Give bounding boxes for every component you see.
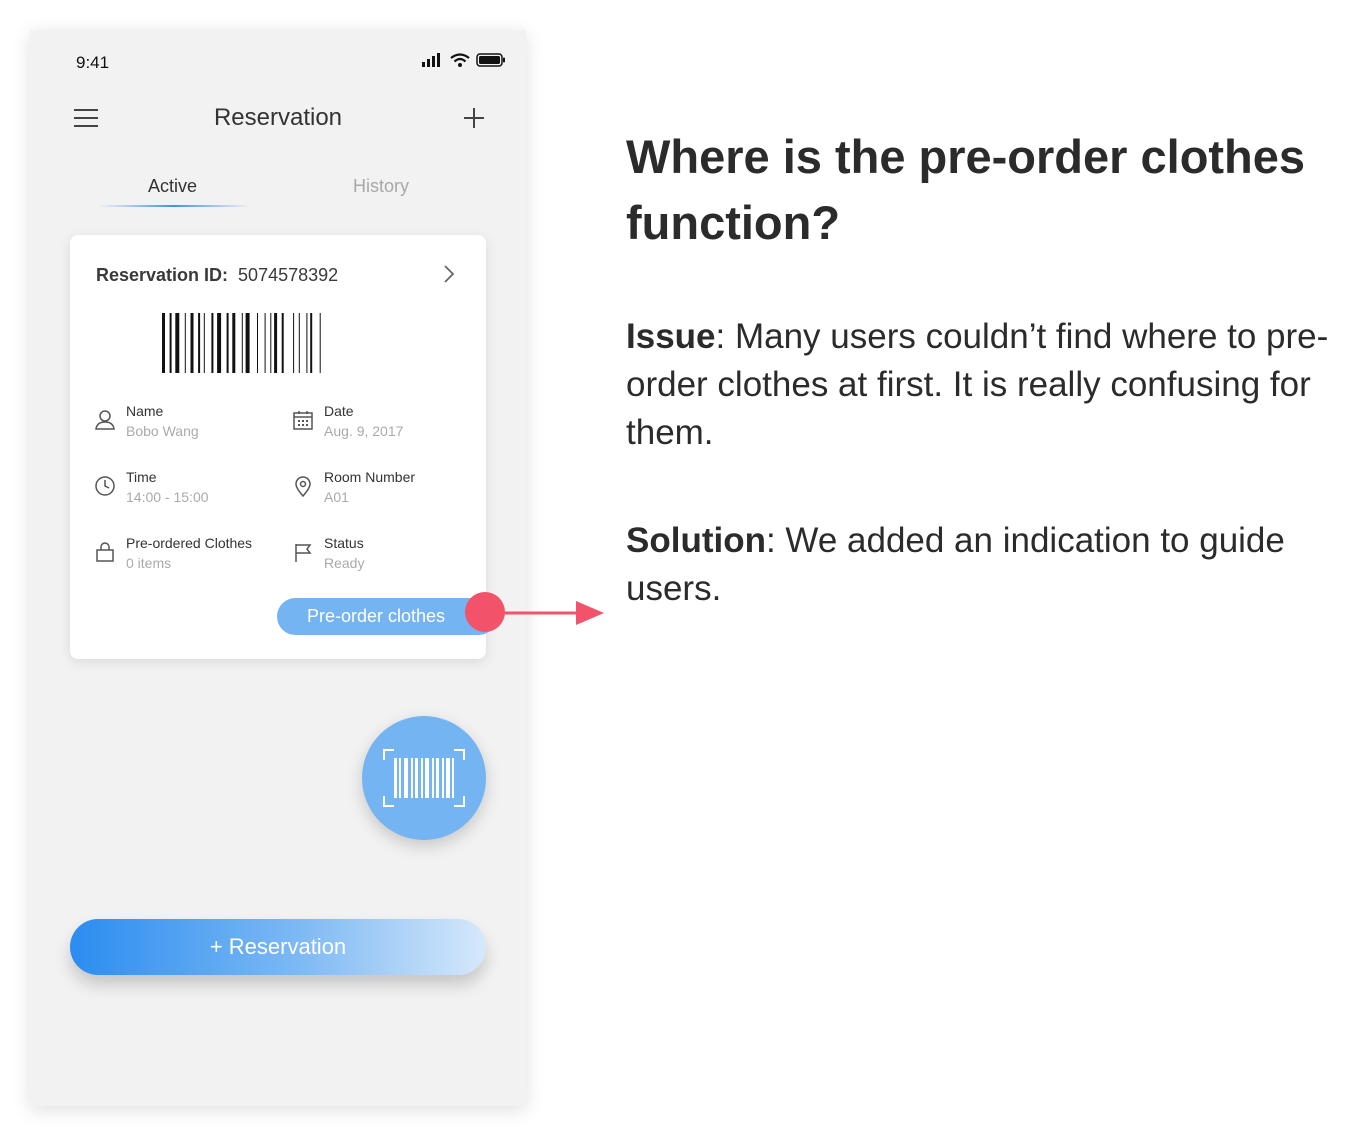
battery-icon: [476, 53, 505, 67]
barcode-bar: [162, 313, 165, 373]
barcode-bar: [184, 313, 186, 373]
field-value: Bobo Wang: [126, 423, 199, 439]
barcode-bar: [203, 313, 205, 373]
field-value: Aug. 9, 2017: [324, 423, 404, 439]
barcode-image: [162, 313, 321, 373]
location-pin-icon: [295, 476, 311, 497]
issue-text: : Many users couldn’t find where to pre-…: [626, 317, 1329, 452]
barcode-scan-icon: [383, 749, 465, 807]
reservation-id-value: 5074578392: [238, 265, 339, 285]
barcode-bar: [306, 313, 308, 373]
reservation-id: Reservation ID: 5074578392: [96, 265, 338, 286]
barcode-bar: [175, 313, 180, 373]
wifi-icon: [450, 53, 470, 67]
field-label: Name: [126, 403, 164, 419]
active-tab-indicator: [98, 205, 250, 207]
field-name: Name Bobo Wang: [94, 403, 274, 447]
field-label: Status: [324, 535, 364, 551]
barcode-bar: [198, 313, 201, 373]
field-date: Date Aug. 9, 2017: [292, 403, 472, 447]
issue-label: Issue: [626, 317, 716, 356]
field-label: Room Number: [324, 469, 416, 485]
barcode-bar: [264, 313, 266, 373]
barcode-bar: [169, 313, 172, 373]
barcode-bar: [281, 313, 284, 373]
field-value: 14:00 - 15:00: [126, 489, 209, 505]
barcode-bar: [211, 313, 214, 373]
field-room-number: Room Number A01: [292, 469, 472, 513]
field-label: Pre-ordered Clothes: [126, 535, 253, 551]
person-icon: [95, 410, 115, 430]
tab-history[interactable]: History: [353, 176, 409, 197]
barcode-bar: [257, 313, 258, 373]
add-reservation-button[interactable]: + Reservation: [70, 919, 486, 975]
arrow-right-icon: [500, 601, 604, 625]
phone-screen: 9:41 Reservation Active History Reservat…: [30, 30, 526, 1106]
shopping-bag-icon: [96, 542, 114, 562]
add-icon[interactable]: [460, 104, 488, 132]
field-time: Time 14:00 - 15:00: [94, 469, 274, 513]
clock-icon: [95, 476, 115, 496]
field-label: Date: [324, 403, 354, 419]
barcode-bar: [310, 313, 313, 373]
calendar-icon: [293, 411, 313, 430]
reservation-card[interactable]: Reservation ID: 5074578392 Name Bobo Wang: [70, 235, 497, 659]
signal-icon: [422, 53, 440, 67]
barcode-bar: [217, 313, 222, 373]
barcode-bar: [226, 313, 229, 373]
issue-paragraph: Issue: Many users couldn’t find where to…: [626, 313, 1342, 457]
barcode-bar: [298, 313, 300, 373]
preorder-clothes-button[interactable]: Pre-order clothes: [277, 598, 497, 635]
barcode-bar: [241, 313, 243, 373]
page-title: Reservation: [213, 104, 343, 131]
flag-icon: [295, 544, 312, 562]
annotation-headline: Where is the pre-order clothes function?: [626, 130, 1306, 249]
barcode-bar: [270, 313, 272, 373]
chevron-right-icon[interactable]: [442, 263, 456, 285]
reservation-id-label: Reservation ID:: [96, 265, 229, 285]
status-icons: [422, 53, 506, 67]
field-preordered-clothes: Pre-ordered Clothes 0 items: [94, 535, 274, 579]
field-status: Status Ready: [292, 535, 472, 579]
field-label: Time: [126, 469, 157, 485]
field-value: Ready: [324, 555, 365, 571]
solution-paragraph: Solution: We added an indication to guid…: [626, 517, 1342, 613]
barcode-bar: [245, 313, 250, 373]
barcode-bar: [274, 313, 278, 373]
highlight-dot: [465, 592, 505, 632]
barcode-bar: [190, 313, 194, 373]
barcode-bar: [319, 313, 321, 373]
tab-active[interactable]: Active: [148, 176, 197, 197]
scan-barcode-button[interactable]: [362, 716, 486, 840]
field-value: 0 items: [126, 555, 172, 571]
status-time: 9:41: [76, 53, 110, 72]
solution-label: Solution: [626, 521, 766, 560]
field-value: A01: [324, 489, 349, 505]
barcode-bar: [293, 313, 295, 373]
barcode-bar: [232, 313, 236, 373]
